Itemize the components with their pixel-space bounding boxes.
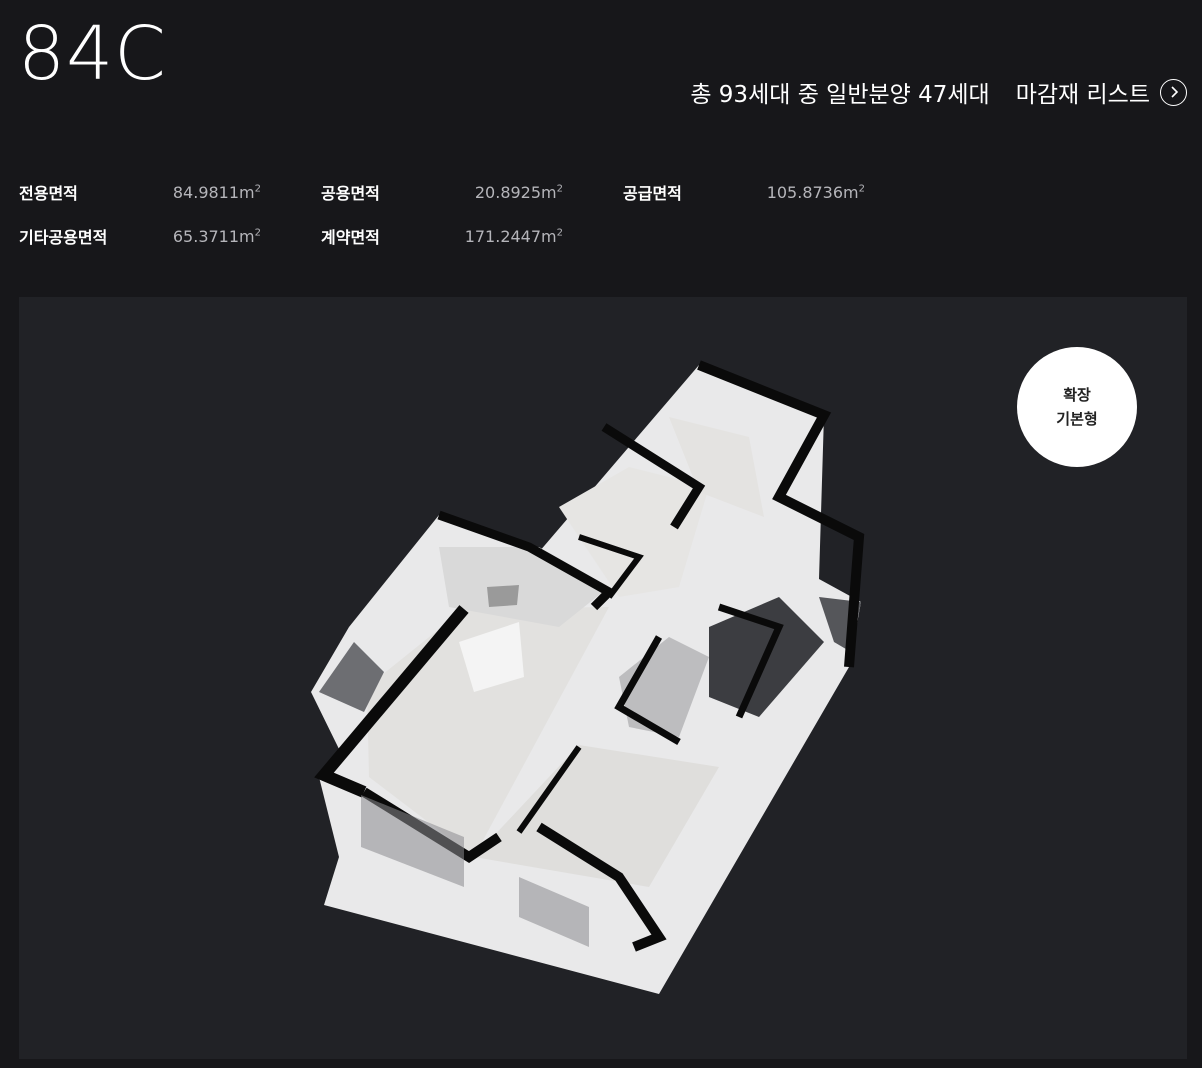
area-row: 전용면적 84.9811m2 공용면적 20.8925m2 공급면적 105.8… (19, 170, 925, 214)
area-exclusive: 전용면적 84.9811m2 (19, 180, 321, 204)
area-value: 105.8736m2 (766, 182, 865, 202)
area-common: 공용면적 20.8925m2 (321, 180, 623, 204)
area-value: 171.2447m2 (464, 226, 563, 246)
finish-list-link[interactable]: 마감재 리스트 (1016, 75, 1187, 109)
finish-list-label: 마감재 리스트 (1015, 82, 1150, 108)
area-table: 전용면적 84.9811m2 공용면적 20.8925m2 공급면적 105.8… (19, 170, 925, 258)
area-value: 84.9811m2 (172, 182, 261, 202)
chevron-right-icon[interactable] (1160, 78, 1187, 106)
area-value: 65.3711m2 (172, 226, 261, 246)
floor-plan-panel: 확장 기본형 (19, 297, 1187, 1059)
area-label: 기타공용면적 (19, 228, 108, 247)
area-other-common: 기타공용면적 65.3711m2 (19, 224, 321, 248)
floor-plan-image (311, 360, 865, 994)
header-info: 총 93세대 중 일반분양 47세대 마감재 리스트 (690, 76, 1187, 108)
unit-type-title: 84C (18, 11, 167, 97)
area-label: 공급면적 (623, 184, 682, 203)
plan-type-badge[interactable]: 확장 기본형 (1017, 347, 1137, 467)
area-label: 전용면적 (19, 184, 78, 203)
household-info: 총 93세대 중 일반분양 47세대 (690, 82, 990, 108)
badge-line-expansion: 확장 (1063, 386, 1091, 404)
area-contract: 계약면적 171.2447m2 (321, 224, 623, 248)
area-supply: 공급면적 105.8736m2 (623, 180, 925, 204)
badge-line-basic: 기본형 (1056, 410, 1098, 428)
area-value: 20.8925m2 (474, 182, 563, 202)
area-label: 공용면적 (321, 184, 380, 203)
area-label: 계약면적 (321, 228, 380, 247)
area-row: 기타공용면적 65.3711m2 계약면적 171.2447m2 (19, 214, 925, 258)
